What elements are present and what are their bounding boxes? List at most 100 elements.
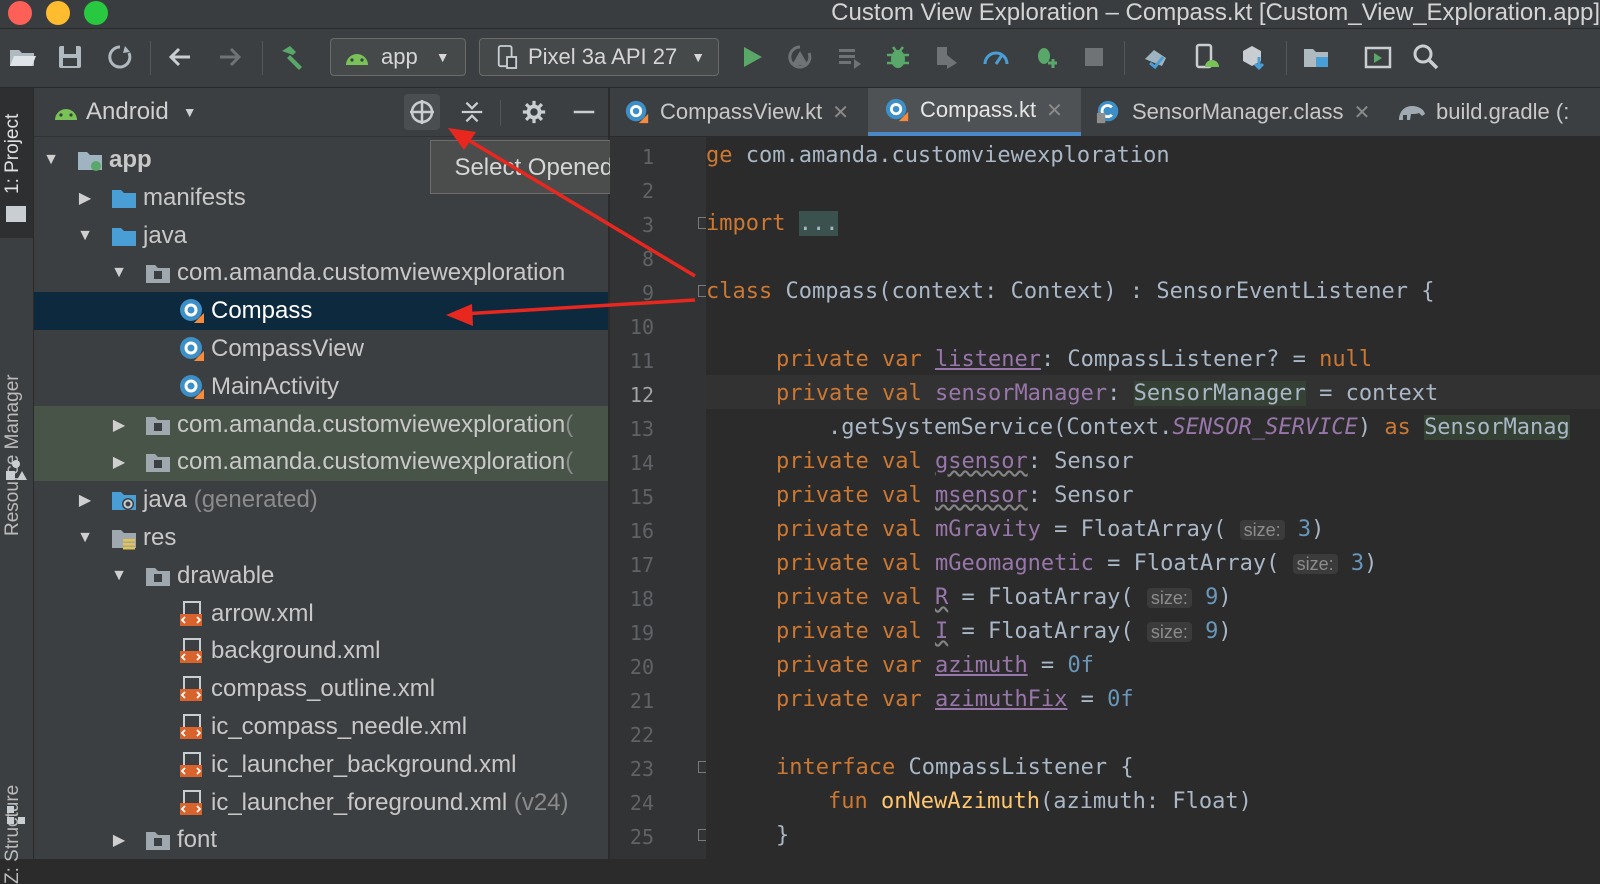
run-play-icon[interactable] bbox=[736, 41, 768, 73]
xml-icon bbox=[178, 675, 206, 703]
tree-item-label: java bbox=[143, 221, 188, 249]
line-number: 23 bbox=[629, 757, 654, 781]
collapsed-arrow-icon[interactable]: ▶ bbox=[76, 189, 94, 207]
tree-item[interactable]: ▼ drawable bbox=[34, 557, 608, 595]
tree-item[interactable]: ic_launcher_foreground.xml (v24) bbox=[34, 784, 608, 822]
profiler-gauge-icon[interactable] bbox=[980, 41, 1012, 73]
apply-code-changes-icon[interactable] bbox=[834, 41, 866, 73]
tab-label: build.gradle (: bbox=[1436, 99, 1570, 124]
sync-gradle-icon[interactable] bbox=[1140, 41, 1172, 73]
tree-item[interactable]: CompassView bbox=[34, 330, 608, 368]
settings-button[interactable] bbox=[518, 96, 550, 128]
collapsed-arrow-icon[interactable]: ▶ bbox=[110, 416, 128, 434]
select-opened-file-button[interactable] bbox=[404, 94, 440, 130]
tree-item-label: CompassView bbox=[211, 335, 364, 362]
code-line-11: private var listener: CompassListener? =… bbox=[776, 347, 1373, 372]
back-arrow-icon[interactable] bbox=[164, 41, 196, 73]
device-select[interactable]: Pixel 3a API 27 ▼ bbox=[479, 38, 719, 76]
tab-label: Compass.kt bbox=[920, 97, 1037, 122]
forward-arrow-icon[interactable] bbox=[214, 41, 246, 73]
tree-item[interactable]: ▼ com.amanda.customviewexploration bbox=[34, 254, 608, 292]
sdk-manager-icon[interactable] bbox=[1238, 41, 1270, 73]
minimize-window-button[interactable] bbox=[46, 1, 70, 25]
debug-bug-icon[interactable] bbox=[882, 41, 914, 73]
hide-panel-button[interactable] bbox=[568, 96, 600, 128]
attach-debugger-icon[interactable] bbox=[930, 41, 962, 73]
expanded-arrow-icon[interactable]: ▼ bbox=[110, 567, 128, 585]
tree-item[interactable]: ic_launcher_background.xml bbox=[34, 746, 608, 784]
expanded-arrow-icon[interactable]: ▼ bbox=[76, 227, 94, 245]
project-panel-header: Android ▼ bbox=[34, 88, 608, 137]
main-toolbar: app ▼ Pixel 3a API 27 ▼ bbox=[0, 29, 1600, 88]
res-folder-icon bbox=[110, 524, 138, 552]
kotlin-icon bbox=[178, 335, 206, 363]
code-line-1: ge com.amanda.customviewexploration bbox=[706, 143, 1170, 168]
tree-item[interactable]: ▼ res bbox=[34, 519, 608, 557]
collapsed-arrow-icon[interactable]: ▶ bbox=[110, 453, 128, 471]
tree-item-label: res bbox=[143, 524, 177, 551]
stop-icon[interactable] bbox=[1078, 41, 1110, 73]
tree-item[interactable]: background.xml bbox=[34, 632, 608, 670]
kotlin-class-icon bbox=[625, 100, 649, 124]
attach-process-bug-icon[interactable] bbox=[1030, 41, 1062, 73]
tree-item-label: ic_launcher_foreground.xml (v24) bbox=[211, 788, 569, 816]
expanded-arrow-icon[interactable]: ▼ bbox=[76, 529, 94, 547]
tree-item[interactable]: ▶ com.amanda.customviewexploration( bbox=[34, 443, 608, 482]
line-number: 16 bbox=[629, 519, 654, 543]
expanded-arrow-icon[interactable]: ▼ bbox=[42, 151, 60, 169]
tree-item[interactable]: compass_outline.xml bbox=[34, 670, 608, 708]
line-number: 17 bbox=[629, 553, 654, 577]
sync-icon[interactable] bbox=[104, 41, 136, 73]
apply-changes-icon[interactable] bbox=[784, 41, 816, 73]
collapsed-arrow-icon[interactable]: ▶ bbox=[76, 491, 94, 509]
tab-compassview-kt[interactable]: CompassView.kt ✕ bbox=[624, 88, 849, 136]
code-line-19: private val I = FloatArray( size: 9) bbox=[776, 619, 1232, 644]
avd-manager-icon[interactable] bbox=[1190, 41, 1222, 73]
close-icon[interactable]: ✕ bbox=[832, 100, 849, 125]
collapsed-arrow-icon[interactable]: ▶ bbox=[110, 831, 128, 849]
line-number: 2 bbox=[641, 179, 654, 203]
tree-item[interactable]: ▼ java bbox=[34, 217, 608, 255]
device-file-explorer-icon[interactable] bbox=[1362, 41, 1394, 73]
tree-item[interactable]: MainActivity bbox=[34, 368, 608, 406]
collapse-all-button[interactable] bbox=[456, 96, 488, 128]
line-number: 18 bbox=[629, 587, 654, 611]
device-phone-icon bbox=[497, 45, 518, 69]
tree-item[interactable]: Compass bbox=[34, 292, 608, 331]
tree-item[interactable]: ic_compass_needle.xml bbox=[34, 708, 608, 746]
tab-sensormanager-class[interactable]: SensorManager.class ✕ bbox=[1096, 88, 1370, 136]
tree-item-label: drawable bbox=[177, 561, 275, 589]
package-icon bbox=[144, 826, 172, 854]
project-structure-icon[interactable] bbox=[1300, 41, 1332, 73]
tree-item[interactable]: ▶ java (generated) bbox=[34, 481, 608, 519]
tab-build-gradle[interactable]: build.gradle (: bbox=[1396, 88, 1569, 136]
code-line-14: private val gsensor: Sensor bbox=[776, 449, 1134, 474]
view-mode-select[interactable]: Android ▼ bbox=[86, 98, 197, 126]
tab-project[interactable]: 1: Project bbox=[2, 114, 24, 194]
tree-item-label: ic_compass_needle.xml bbox=[211, 713, 468, 740]
tab-compass-kt[interactable]: Compass.kt ✕ bbox=[868, 88, 1081, 136]
search-icon[interactable] bbox=[1410, 41, 1442, 73]
tab-structure[interactable]: Z: Structure bbox=[2, 785, 24, 884]
xml-icon bbox=[178, 789, 206, 817]
code-editor[interactable]: ge com.amanda.customviewexploration impo… bbox=[706, 137, 1600, 859]
tree-item[interactable]: arrow.xml bbox=[34, 595, 608, 633]
open-folder-icon[interactable] bbox=[6, 41, 38, 73]
tree-item-label: arrow.xml bbox=[211, 599, 314, 627]
expanded-arrow-icon[interactable]: ▼ bbox=[110, 264, 128, 282]
xml-icon bbox=[178, 637, 206, 665]
close-icon[interactable]: ✕ bbox=[1354, 100, 1371, 125]
zoom-window-button[interactable] bbox=[84, 1, 108, 25]
line-number: 21 bbox=[629, 689, 654, 713]
tree-item[interactable]: ▶ com.amanda.customviewexploration( bbox=[34, 405, 608, 444]
build-hammer-icon[interactable] bbox=[276, 41, 308, 73]
close-icon[interactable]: ✕ bbox=[1046, 98, 1063, 123]
tab-resource-manager[interactable]: Resource Manager bbox=[2, 374, 24, 536]
save-icon[interactable] bbox=[54, 41, 86, 73]
close-window-button[interactable] bbox=[8, 1, 32, 25]
project-panel: Android ▼ ▼ app ▶ manifests ▼ java ▼ com.amanda… bbox=[34, 88, 608, 859]
code-line-15: private val msensor: Sensor bbox=[776, 483, 1134, 508]
run-config-select[interactable]: app ▼ bbox=[330, 38, 466, 76]
tree-item[interactable]: ▶ font bbox=[34, 821, 608, 859]
chevron-down-icon: ▼ bbox=[691, 49, 706, 65]
